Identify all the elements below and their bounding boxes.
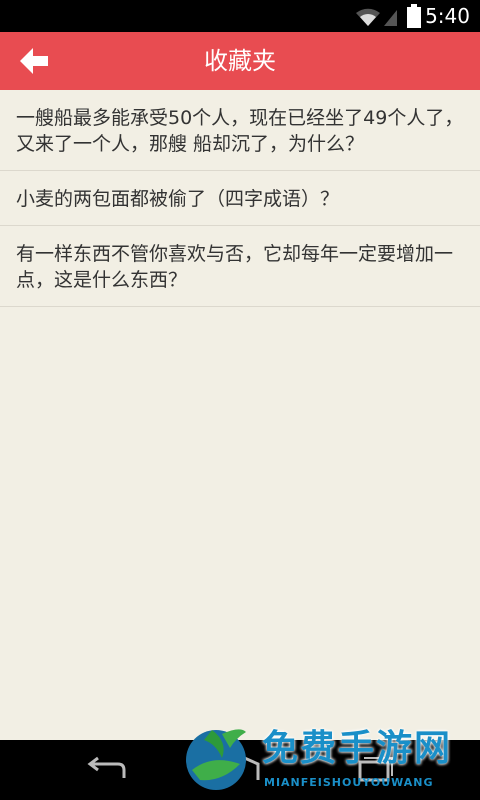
navigation-bar — [0, 740, 480, 800]
battery-icon — [407, 4, 421, 28]
nav-back-button[interactable] — [66, 750, 146, 790]
back-arrow-icon — [20, 48, 48, 74]
back-button[interactable] — [12, 40, 58, 82]
nav-home-button[interactable] — [200, 750, 280, 790]
nav-recent-apps-button[interactable] — [334, 750, 414, 790]
list-item[interactable]: 有一样东西不管你喜欢与否，它却每年一定要增加一点，这是什么东西？ — [0, 226, 480, 307]
nav-back-icon — [87, 756, 126, 778]
nav-recent-icon — [358, 757, 393, 782]
list-item[interactable]: 一艘船最多能承受50个人，现在已经坐了49个人了，又来了一个人，那艘 船却沉了，… — [0, 90, 480, 171]
status-time: 5:40 — [425, 4, 470, 28]
page-title: 收藏夹 — [204, 47, 276, 75]
wifi-icon — [356, 8, 397, 26]
app-header: 收藏夹 — [0, 32, 480, 90]
favorites-list: 一艘船最多能承受50个人，现在已经坐了49个人了，又来了一个人，那艘 船却沉了，… — [0, 90, 480, 307]
list-item[interactable]: 小麦的两包面都被偷了（四字成语）？ — [0, 171, 480, 226]
status-bar: 5:40 — [0, 0, 480, 32]
nav-home-icon — [220, 754, 260, 780]
